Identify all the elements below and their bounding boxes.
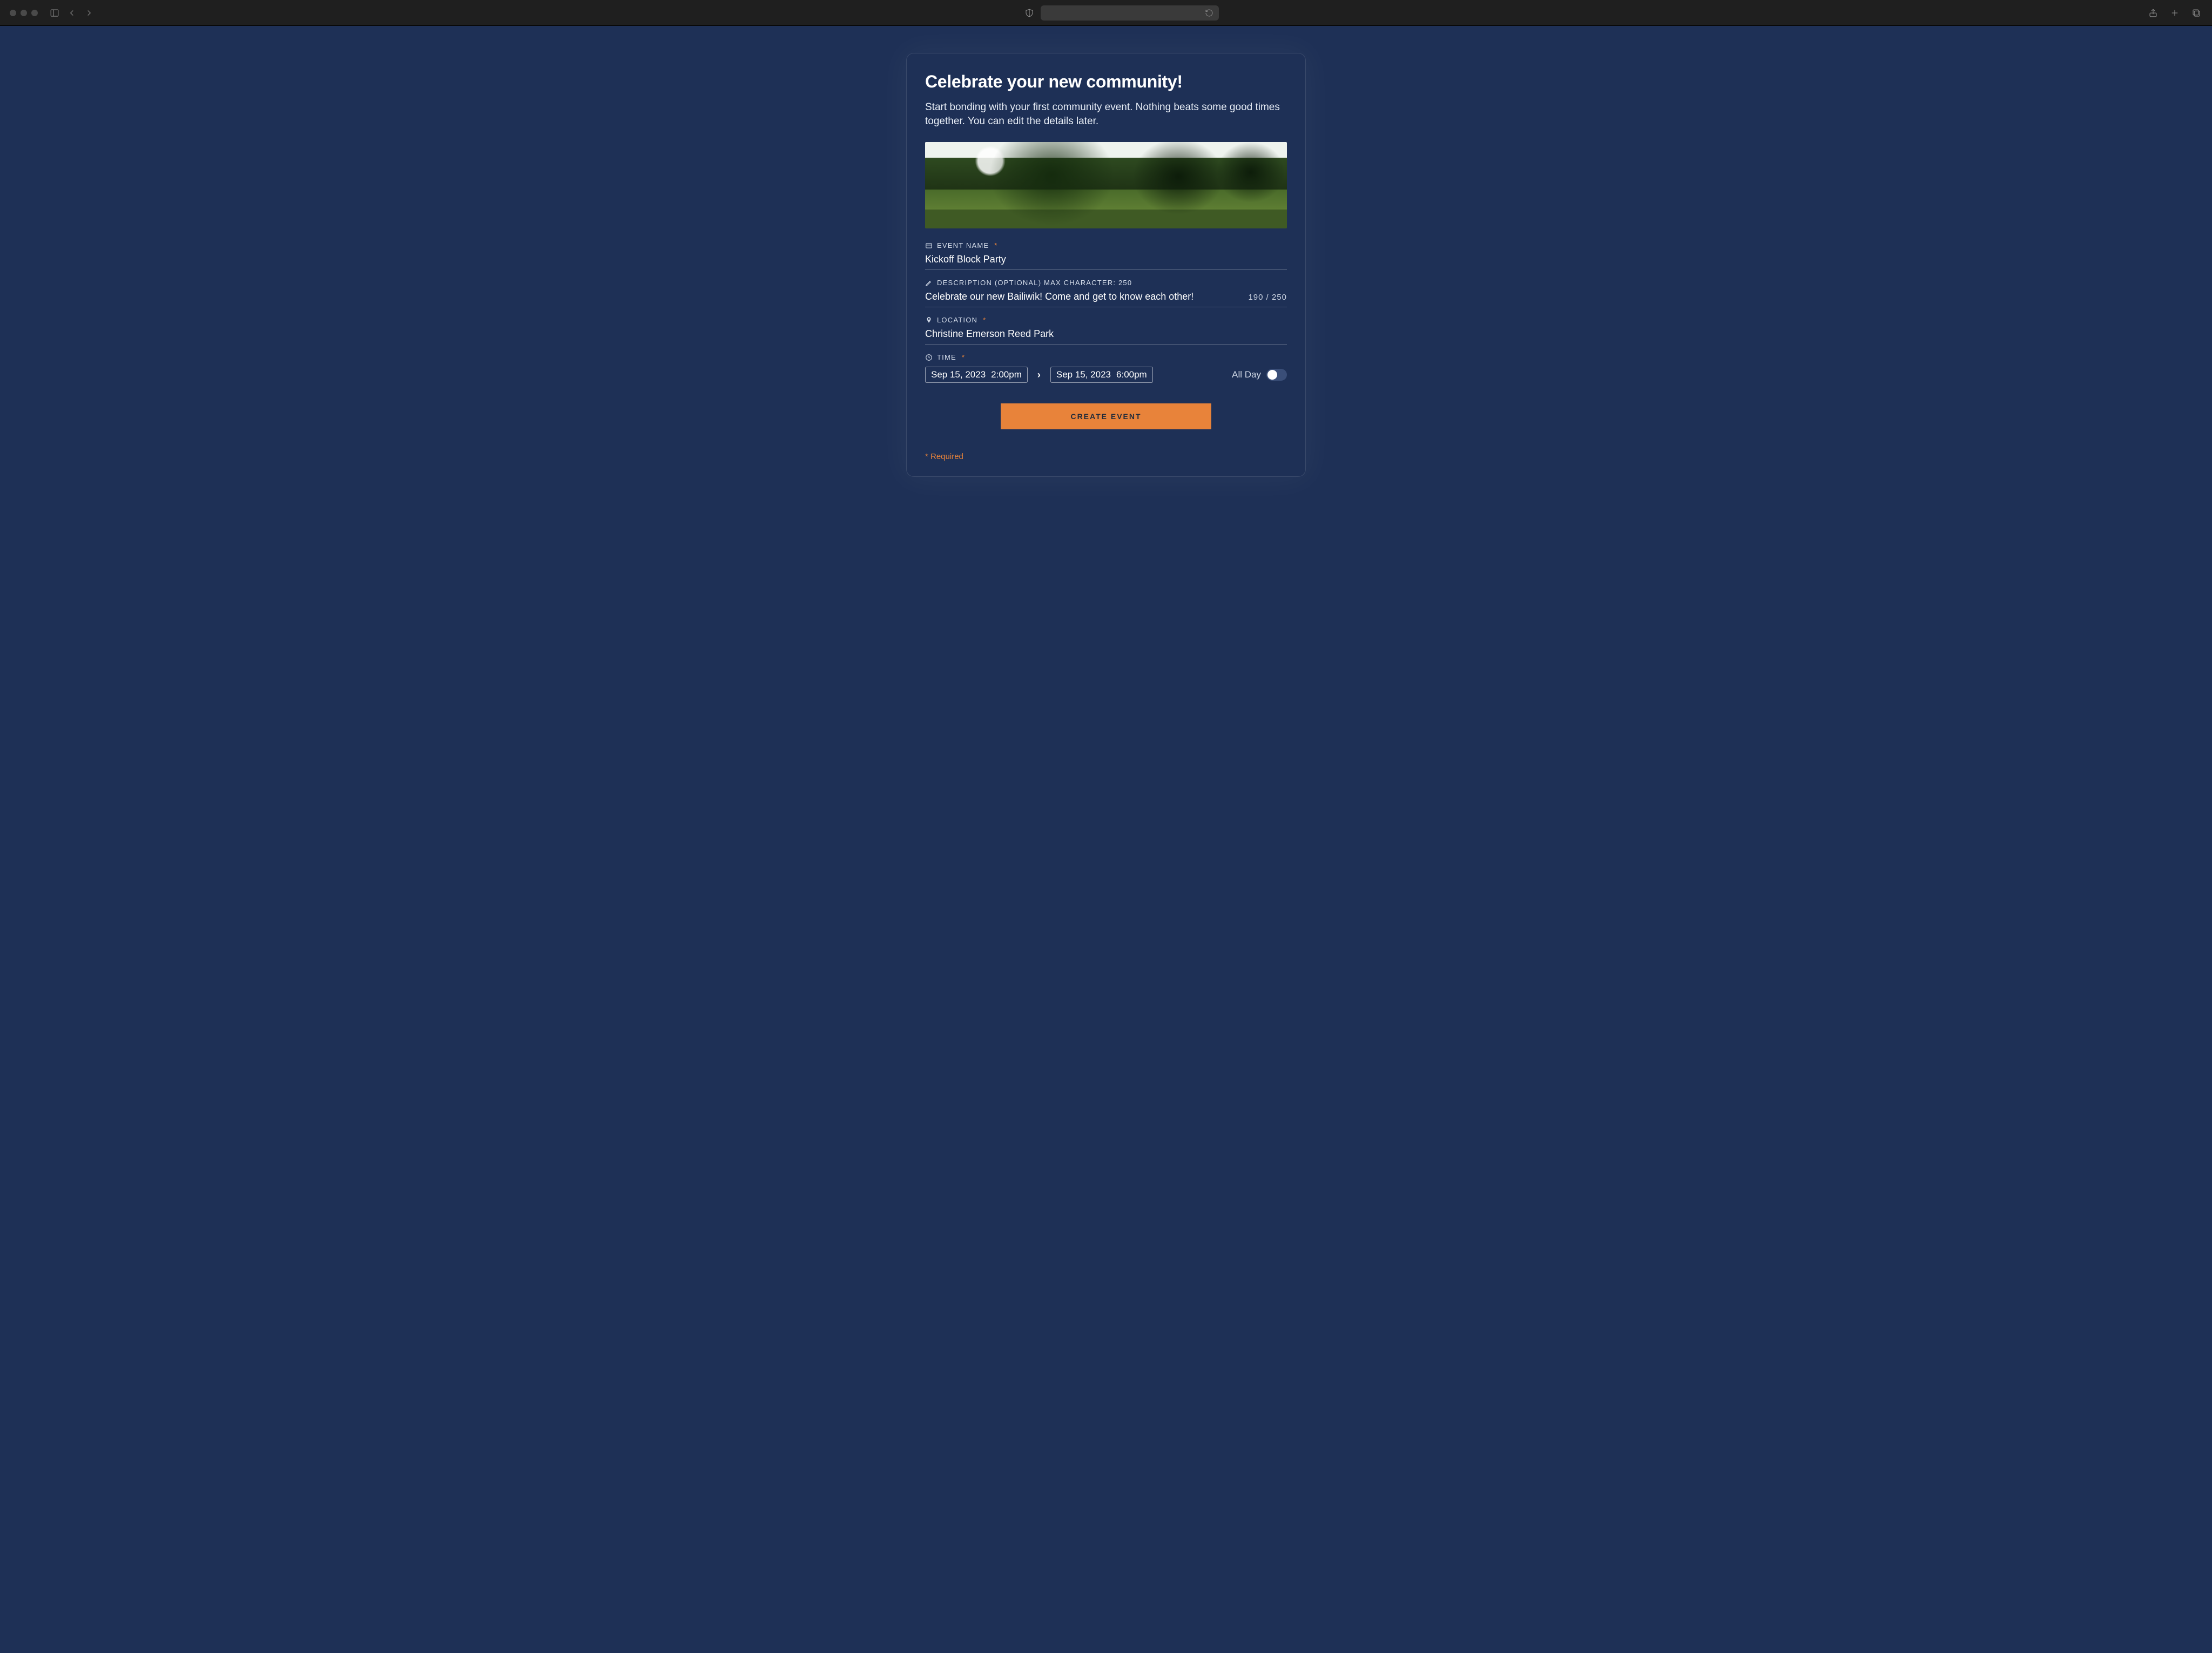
window-controls: [10, 10, 38, 16]
location-field: LOCATION * Christine Emerson Reed Park: [925, 316, 1287, 345]
share-icon[interactable]: [2147, 7, 2159, 19]
time-field: TIME * Sep 15, 2023 2:00pm › Sep 15, 202…: [925, 353, 1287, 383]
create-event-button[interactable]: CREATE EVENT: [1001, 403, 1211, 429]
clock-icon: [925, 354, 933, 361]
end-time: 6:00pm: [1116, 369, 1147, 380]
location-input[interactable]: Christine Emerson Reed Park: [925, 326, 1287, 345]
chevron-right-icon: ›: [1037, 369, 1041, 381]
description-input[interactable]: Celebrate our new Bailiwik! Come and get…: [925, 289, 1287, 307]
page-subtitle: Start bonding with your first community …: [925, 100, 1287, 128]
tabs-overview-icon[interactable]: [2190, 7, 2202, 19]
start-date: Sep 15, 2023: [931, 369, 986, 380]
forward-icon[interactable]: [83, 7, 95, 19]
badge-icon: [925, 242, 933, 249]
all-day-toggle[interactable]: [1266, 369, 1287, 381]
pencil-icon: [925, 279, 933, 287]
end-date: Sep 15, 2023: [1056, 369, 1111, 380]
end-datetime-input[interactable]: Sep 15, 2023 6:00pm: [1050, 367, 1153, 383]
description-value: Celebrate our new Bailiwik! Come and get…: [925, 291, 1248, 302]
minimize-window-dot[interactable]: [21, 10, 27, 16]
zoom-window-dot[interactable]: [31, 10, 38, 16]
event-name-input[interactable]: Kickoff Block Party: [925, 252, 1287, 270]
start-time: 2:00pm: [991, 369, 1022, 380]
time-label: TIME: [937, 353, 956, 361]
location-label: LOCATION: [937, 316, 977, 324]
event-cover-image[interactable]: [925, 142, 1287, 228]
all-day-label: All Day: [1232, 369, 1261, 380]
event-name-value: Kickoff Block Party: [925, 254, 1287, 265]
description-label: DESCRIPTION (OPTIONAL) MAX CHARACTER: 25…: [937, 279, 1132, 287]
required-footnote: * Required: [925, 452, 1287, 461]
sidebar-toggle-icon[interactable]: [49, 7, 60, 19]
description-field: DESCRIPTION (OPTIONAL) MAX CHARACTER: 25…: [925, 279, 1287, 307]
shield-icon[interactable]: [1023, 7, 1035, 19]
required-asterisk: *: [962, 353, 965, 361]
page-title: Celebrate your new community!: [925, 72, 1287, 92]
create-event-card: Celebrate your new community! Start bond…: [906, 53, 1306, 477]
event-name-label: EVENT NAME: [937, 241, 989, 249]
description-char-count: 190 / 250: [1248, 293, 1287, 302]
start-datetime-input[interactable]: Sep 15, 2023 2:00pm: [925, 367, 1028, 383]
toggle-knob: [1267, 370, 1277, 380]
back-icon[interactable]: [66, 7, 78, 19]
new-tab-icon[interactable]: [2169, 7, 2181, 19]
required-asterisk: *: [983, 316, 986, 324]
address-bar[interactable]: [1041, 5, 1219, 21]
reload-icon[interactable]: [1205, 9, 1213, 17]
close-window-dot[interactable]: [10, 10, 16, 16]
pin-icon: [925, 316, 933, 324]
browser-chrome: [0, 0, 2212, 26]
location-value: Christine Emerson Reed Park: [925, 328, 1287, 340]
event-name-field: EVENT NAME * Kickoff Block Party: [925, 241, 1287, 270]
required-asterisk: *: [994, 241, 997, 249]
page-body: Celebrate your new community! Start bond…: [0, 26, 2212, 1653]
